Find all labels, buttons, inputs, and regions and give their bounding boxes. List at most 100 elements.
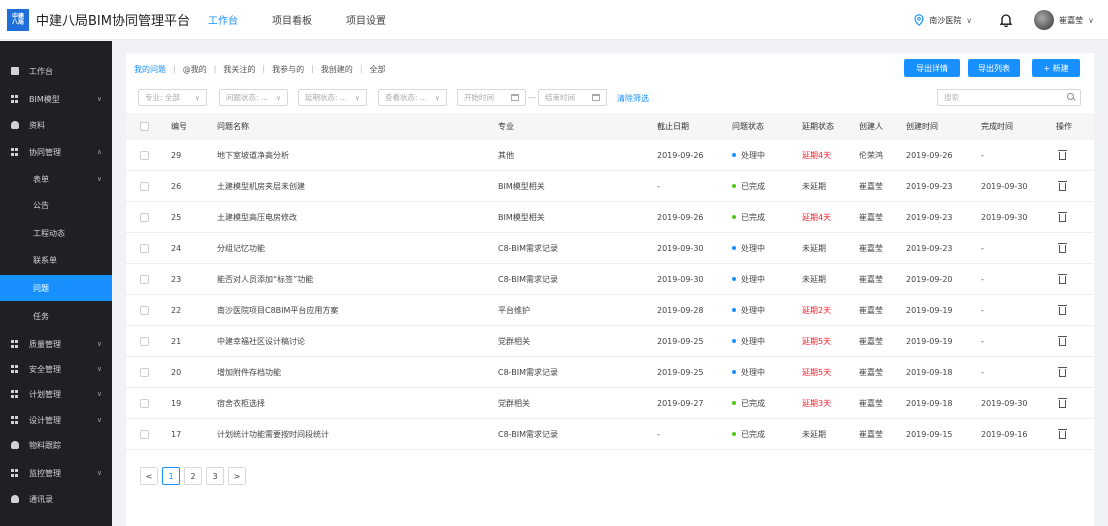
row-checkbox[interactable] (140, 171, 149, 201)
avatar[interactable] (1034, 10, 1055, 30)
col-id[interactable]: 编号 (171, 113, 187, 140)
clear-filters-link[interactable]: 清除筛选 (617, 93, 649, 104)
col-deadline[interactable]: 截止日期 (657, 113, 689, 140)
table-row[interactable]: 24 分组记忆功能 C8-BIM需求记录 2019-09-30 处理中 未延期 崔嘉莹 201… (126, 233, 1094, 264)
tab-following[interactable]: 我关注的 (223, 64, 255, 75)
sidebar-item-documents[interactable]: 资料 (0, 112, 112, 138)
page-3-button[interactable]: 3 (206, 467, 224, 485)
search-icon[interactable] (1067, 93, 1074, 100)
project-selector[interactable]: 南沙医院 ∨ (914, 14, 972, 26)
page-2-button[interactable]: 2 (184, 467, 202, 485)
table-row[interactable]: 21 中建幸福社区设计稿讨论 党群相关 2019-09-25 处理中 延期5天 崔嘉莹 201… (126, 326, 1094, 357)
next-page-button[interactable]: > (228, 467, 246, 485)
col-creator[interactable]: 创建人 (859, 113, 883, 140)
row-checkbox[interactable] (140, 326, 149, 356)
cell-name[interactable]: 南沙医院项目C8BIM平台应用方案 (217, 295, 338, 325)
new-issue-button[interactable]: + 新建 (1032, 59, 1080, 77)
delete-button[interactable] (1058, 171, 1067, 201)
sidebar-item-design[interactable]: 设计管理 ∨ (0, 407, 112, 433)
table-row[interactable]: 26 土建模型机房夹层未创建 BIM模型相关 - 已完成 未延期 崔嘉莹 2019-09-23… (126, 171, 1094, 202)
tab-participating[interactable]: 我参与的 (272, 64, 304, 75)
delete-button[interactable] (1058, 388, 1067, 418)
col-name[interactable]: 问题名称 (217, 113, 249, 140)
search-input[interactable]: 搜索 (937, 89, 1081, 106)
chevron-down-icon: ∨ (1088, 15, 1094, 25)
discipline-select[interactable]: 专业: 全部 ∨ (138, 89, 207, 106)
view-status-select[interactable]: 查看状态: ... ∨ (378, 89, 447, 106)
delete-button[interactable] (1058, 295, 1067, 325)
nav-project-board[interactable]: 项目看板 (272, 12, 312, 27)
sidebar-item-safety[interactable]: 安全管理 ∨ (0, 356, 112, 382)
nav-project-settings[interactable]: 项目设置 (346, 12, 386, 27)
tab-created[interactable]: 我创建的 (321, 64, 353, 75)
table-row[interactable]: 23 能否对人员添加“标签”功能 C8-BIM需求记录 2019-09-30 处理中 未延… (126, 264, 1094, 295)
table-row[interactable]: 25 土建模型高压电房修改 BIM模型相关 2019-09-26 已完成 延期4天 崔嘉莹 2… (126, 202, 1094, 233)
tab-my-issues[interactable]: 我的问题 (134, 64, 166, 75)
row-checkbox[interactable] (140, 357, 149, 387)
col-status[interactable]: 问题状态 (732, 113, 764, 140)
delete-button[interactable] (1058, 140, 1067, 170)
page-1-button[interactable]: 1 (162, 467, 180, 485)
bell-icon[interactable] (1000, 13, 1013, 27)
sidebar-item-materials[interactable]: 物料跟踪 (0, 432, 112, 458)
col-discipline[interactable]: 专业 (498, 113, 514, 140)
col-completed[interactable]: 完成时间 (981, 113, 1013, 140)
cell-name[interactable]: 地下室坡道净高分析 (217, 140, 289, 170)
tab-mentioned[interactable]: @我的 (183, 64, 207, 75)
row-checkbox[interactable] (140, 388, 149, 418)
sidebar-item-monitoring[interactable]: 监控管理 ∨ (0, 460, 112, 486)
sidebar-item-workbench[interactable]: 工作台 (0, 58, 112, 84)
cell-name[interactable]: 计划统计功能需要按时间段统计 (217, 419, 329, 449)
end-date-picker[interactable]: 结束时间 (538, 89, 607, 106)
delete-button[interactable] (1058, 419, 1067, 449)
sidebar-sub-announcements[interactable]: 公告 (0, 192, 112, 218)
table-row[interactable]: 22 南沙医院项目C8BIM平台应用方案 平台维护 2019-09-28 处理中 延期2天… (126, 295, 1094, 326)
export-detail-button[interactable]: 导出详情 (904, 59, 960, 77)
delete-button[interactable] (1058, 264, 1067, 294)
sidebar-sub-forms[interactable]: 表单 ∨ (0, 166, 112, 192)
sidebar-sub-issues[interactable]: 问题 (0, 275, 112, 301)
row-checkbox[interactable] (140, 233, 149, 263)
nav-workbench[interactable]: 工作台 (208, 12, 238, 27)
table-row[interactable]: 20 增加附件存档功能 C8-BIM需求记录 2019-09-25 处理中 延期5天 崔嘉莹… (126, 357, 1094, 388)
col-delay[interactable]: 延期状态 (802, 113, 834, 140)
sidebar-sub-contact-sheets[interactable]: 联系单 (0, 247, 112, 273)
sidebar-item-collaboration[interactable]: 协同管理 ∧ (0, 139, 112, 165)
cell-name[interactable]: 增加附件存档功能 (217, 357, 281, 387)
row-checkbox[interactable] (140, 264, 149, 294)
delete-button[interactable] (1058, 233, 1067, 263)
issue-status-select[interactable]: 问题状态: ... ∨ (219, 89, 288, 106)
sidebar-item-plans[interactable]: 计划管理 ∨ (0, 381, 112, 407)
sidebar-item-bim-model[interactable]: BIM模型 ∨ (0, 86, 112, 112)
col-created[interactable]: 创建时间 (906, 113, 938, 140)
delay-status-select[interactable]: 延期状态: ... ∨ (298, 89, 367, 106)
select-all-checkbox[interactable] (140, 113, 149, 140)
company-logo[interactable]: 中建 八局 (7, 8, 29, 31)
cell-name[interactable]: 中建幸福社区设计稿讨论 (217, 326, 305, 356)
start-date-picker[interactable]: 开始时间 (457, 89, 526, 106)
row-checkbox[interactable] (140, 202, 149, 232)
prev-page-button[interactable]: < (140, 467, 158, 485)
sidebar-item-contacts[interactable]: 通讯录 (0, 486, 112, 512)
cell-name[interactable]: 分组记忆功能 (217, 233, 265, 263)
table-row[interactable]: 17 计划统计功能需要按时间段统计 C8-BIM需求记录 - 已完成 未延期 崔嘉莹 2019… (126, 419, 1094, 450)
delete-button[interactable] (1058, 202, 1067, 232)
row-checkbox[interactable] (140, 295, 149, 325)
tab-all[interactable]: 全部 (370, 64, 386, 75)
delete-button[interactable] (1058, 357, 1067, 387)
sidebar-sub-project-news[interactable]: 工程动态 (0, 220, 112, 246)
user-menu[interactable]: 崔嘉莹 ∨ (1059, 15, 1094, 26)
export-list-button[interactable]: 导出列表 (968, 59, 1020, 77)
cell-name[interactable]: 土建模型高压电房修改 (217, 202, 297, 232)
cell-name[interactable]: 宿舍衣柜选择 (217, 388, 265, 418)
table-header: 编号 问题名称 专业 截止日期 问题状态 延期状态 创建人 创建时间 完成时间 … (126, 113, 1094, 140)
delete-button[interactable] (1058, 326, 1067, 356)
table-row[interactable]: 19 宿舍衣柜选择 党群相关 2019-09-27 已完成 延期3天 崔嘉莹 2019-09-… (126, 388, 1094, 419)
cell-name[interactable]: 能否对人员添加“标签”功能 (217, 264, 313, 294)
cell-name[interactable]: 土建模型机房夹层未创建 (217, 171, 305, 201)
table-row[interactable]: 29 地下室坡道净高分析 其他 2019-09-26 处理中 延期4天 伦荣鸿 2019-09… (126, 140, 1094, 171)
row-checkbox[interactable] (140, 419, 149, 449)
sidebar-sub-tasks[interactable]: 任务 (0, 303, 112, 329)
row-checkbox[interactable] (140, 140, 149, 170)
sidebar-item-quality[interactable]: 质量管理 ∨ (0, 331, 112, 357)
